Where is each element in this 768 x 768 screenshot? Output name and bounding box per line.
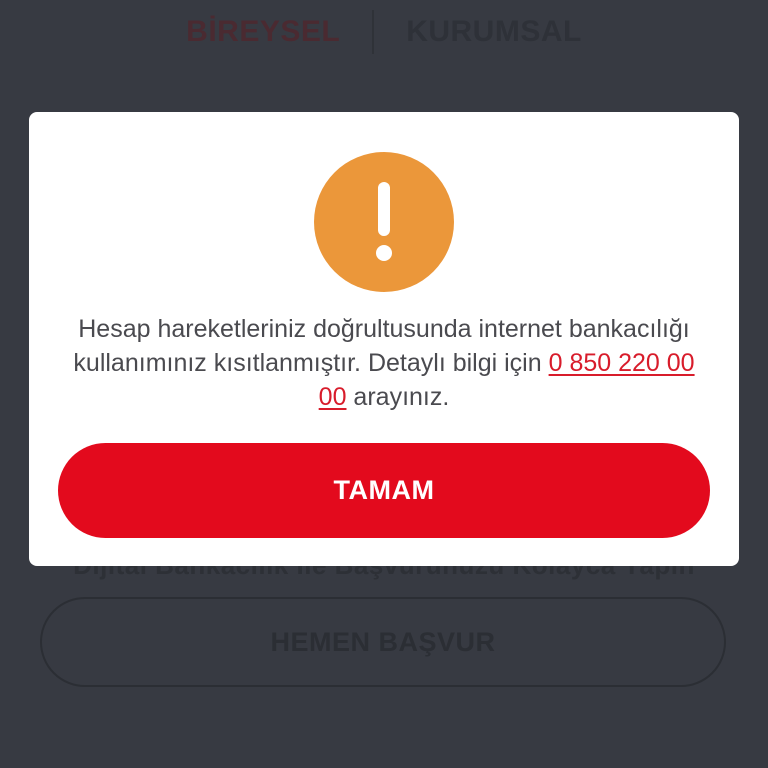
ok-button-label: TAMAM	[333, 475, 435, 505]
apply-now-button[interactable]: HEMEN BAŞVUR	[40, 597, 726, 687]
tab-bireysel[interactable]: BİREYSEL	[154, 15, 372, 49]
dialog-message-suffix: arayınız.	[346, 383, 450, 411]
exclamation-dot	[376, 245, 392, 261]
apply-now-button-label: HEMEN BAŞVUR	[270, 626, 496, 657]
ok-button[interactable]: TAMAM	[58, 443, 710, 538]
exclamation-bar	[378, 182, 390, 236]
exclamation-warning-icon	[314, 152, 454, 292]
restriction-dialog: Hesap hareketleriniz doğrultusunda inter…	[29, 112, 739, 566]
tab-kurumsal[interactable]: KURUMSAL	[374, 15, 614, 49]
dialog-message: Hesap hareketleriniz doğrultusunda inter…	[59, 312, 709, 414]
segment-tabs: BİREYSEL KURUMSAL	[0, 10, 768, 54]
